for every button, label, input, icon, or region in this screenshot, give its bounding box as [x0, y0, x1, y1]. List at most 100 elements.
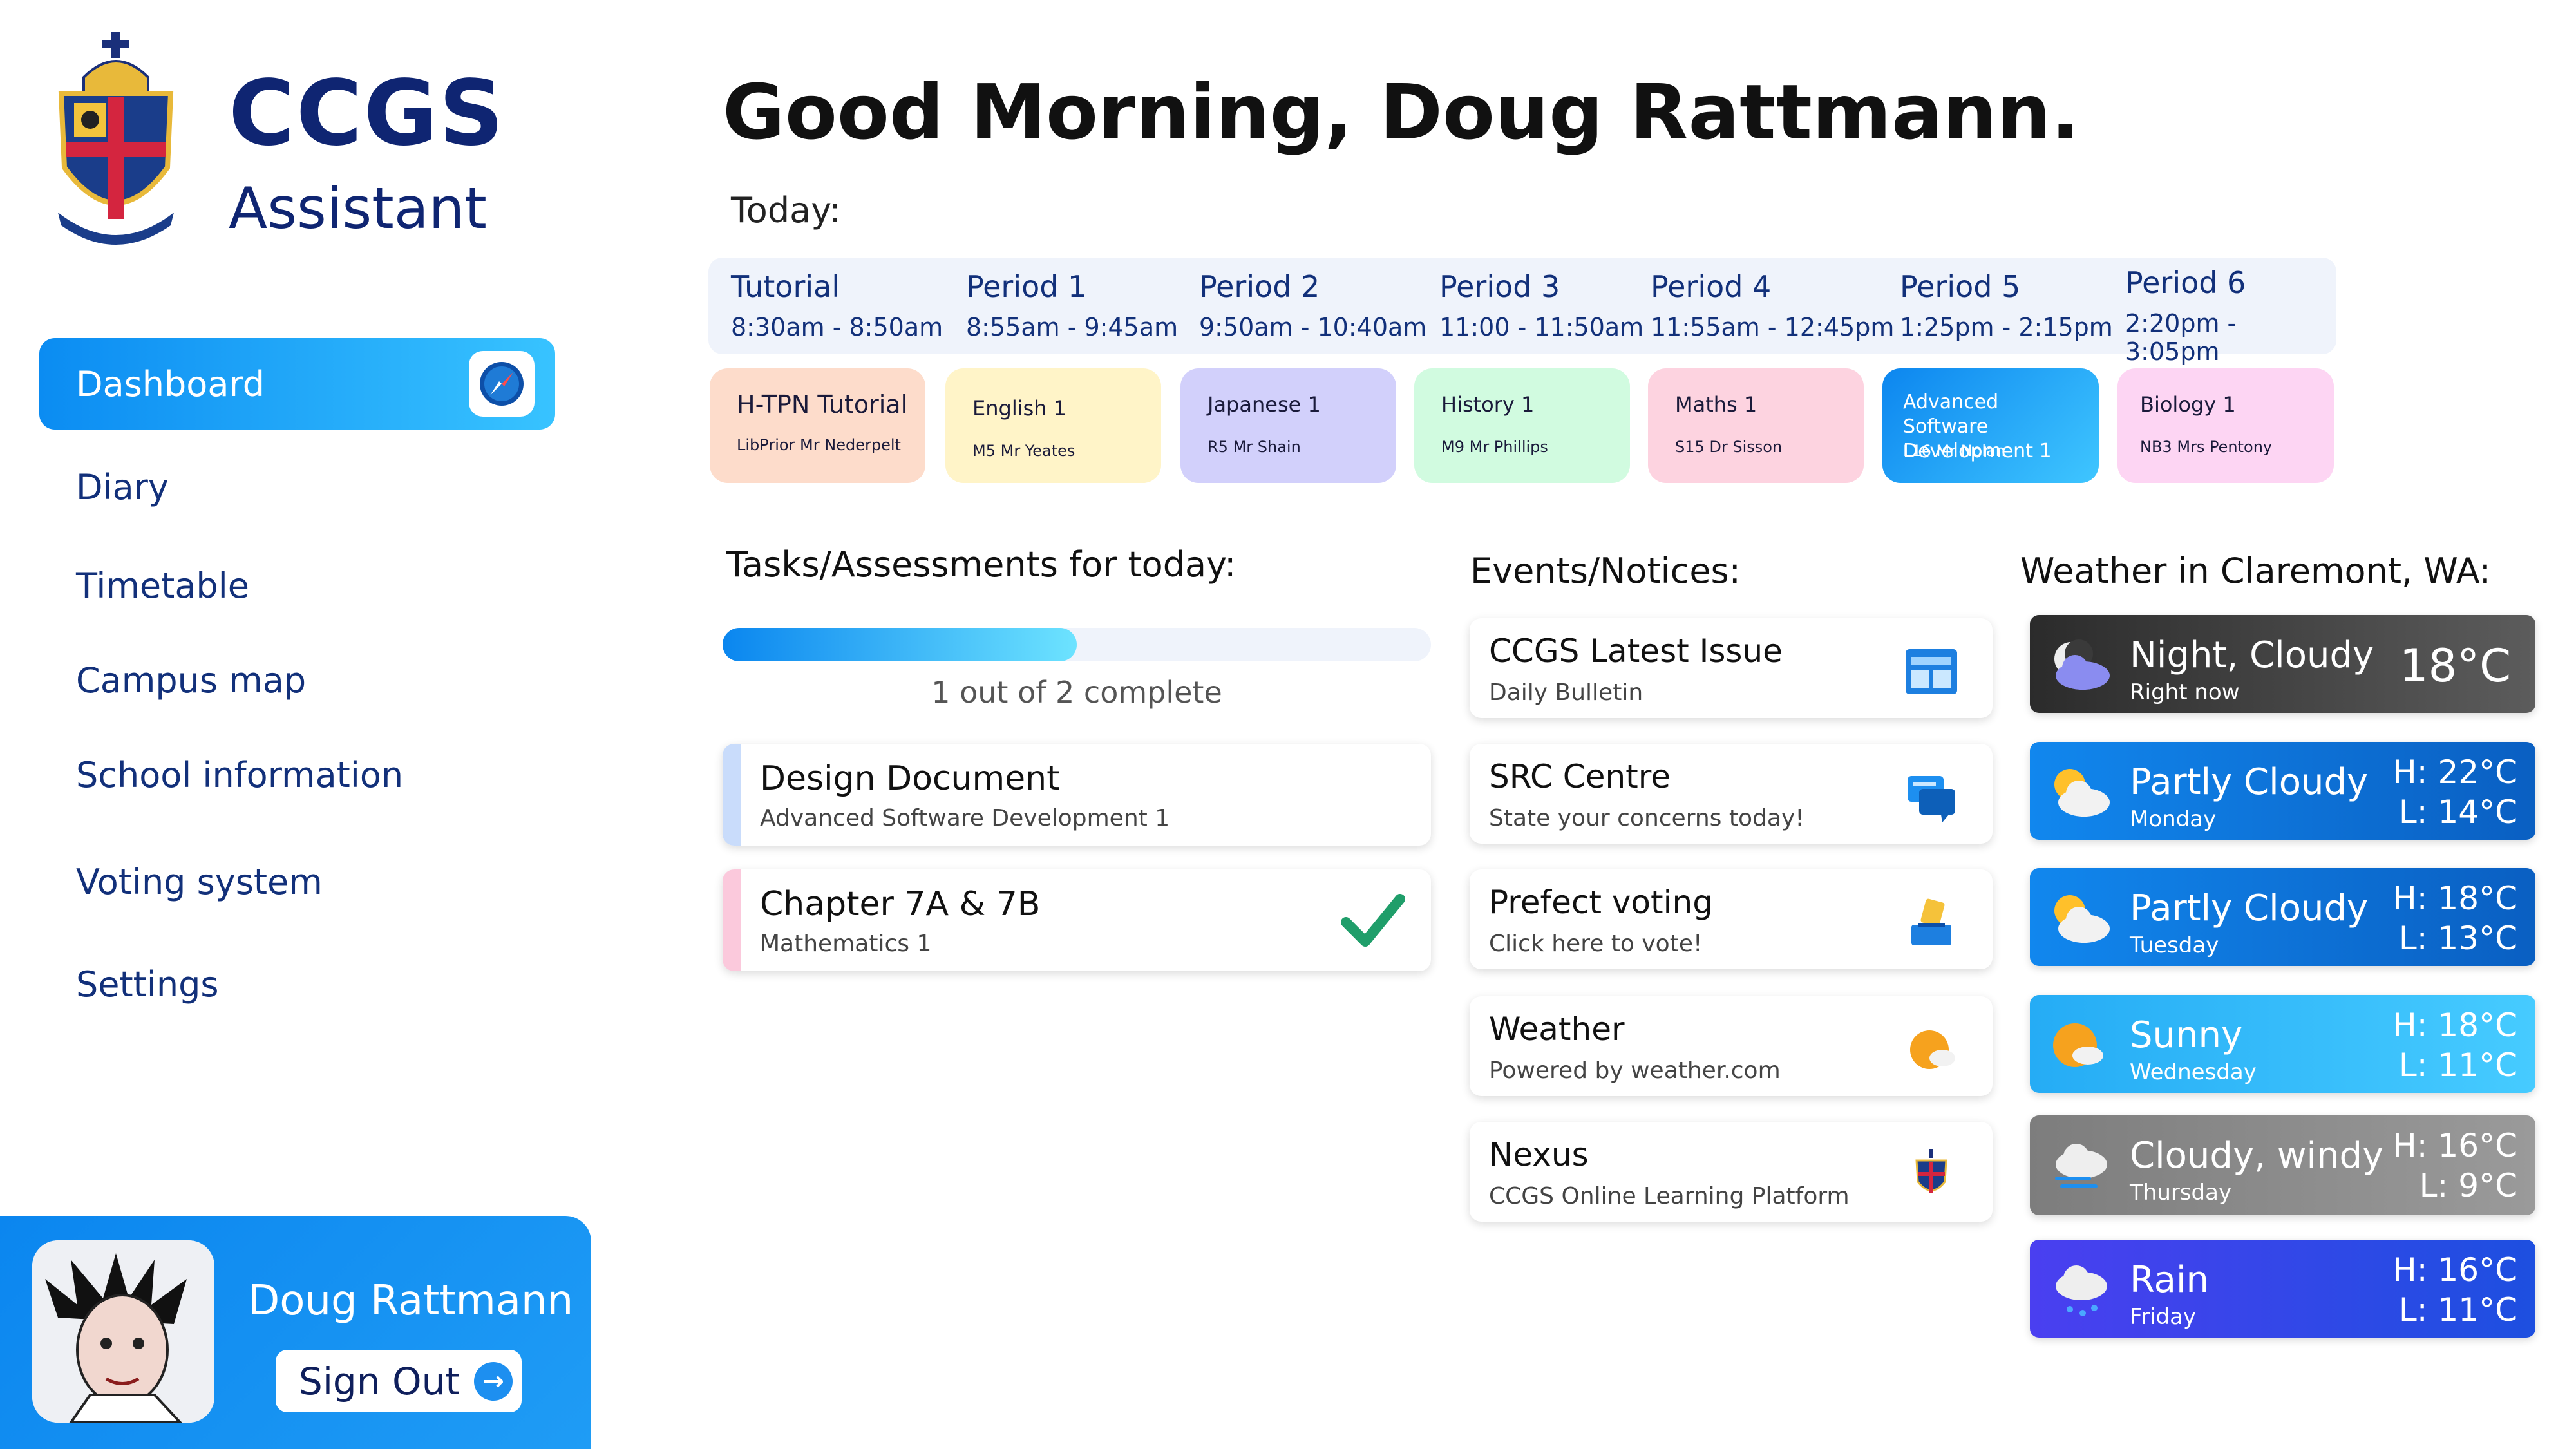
- period-name: Period 3: [1439, 269, 1560, 304]
- weather-day-card[interactable]: Sunny Wednesday H: 18°C L: 11°C: [2030, 995, 2535, 1093]
- sign-out-button[interactable]: Sign Out →: [276, 1350, 522, 1412]
- events-title: Events/Notices:: [1470, 551, 1741, 591]
- weather-low: L: 13°C: [2398, 920, 2517, 957]
- period-name: Period 2: [1199, 269, 1320, 304]
- user-name: Doug Rattmann: [248, 1277, 574, 1325]
- weather-high: H: 16°C: [2392, 1251, 2517, 1289]
- avatar: [32, 1240, 214, 1423]
- partly-cloudy-icon: [2054, 769, 2110, 817]
- sign-out-label: Sign Out: [299, 1359, 460, 1403]
- class-card[interactable]: Advanced Software Development 1 L16 Mr N…: [1882, 368, 2099, 483]
- weather-now-card[interactable]: Night, Cloudy Right now 18°C: [2030, 615, 2535, 713]
- event-title: Nexus: [1489, 1136, 1589, 1173]
- task-card[interactable]: Chapter 7A & 7B Mathematics 1: [723, 869, 1431, 971]
- period-timeline: Tutorial 8:30am - 8:50am Period 1 8:55am…: [708, 258, 2336, 366]
- today-label: Today:: [731, 190, 841, 231]
- task-accent: [723, 744, 741, 846]
- checkmark-icon[interactable]: [1341, 891, 1405, 949]
- task-progress-text: 1 out of 2 complete: [931, 675, 1222, 710]
- class-card[interactable]: Biology 1 NB3 Mrs Pentony: [2117, 368, 2334, 483]
- class-card[interactable]: Japanese 1 R5 Mr Shain: [1180, 368, 1396, 483]
- nav-item-timetable[interactable]: Timetable: [76, 565, 249, 606]
- weather-high: H: 18°C: [2392, 1007, 2517, 1044]
- task-progress-bar: [723, 628, 1431, 661]
- event-subtitle: Daily Bulletin: [1489, 679, 1643, 706]
- weather-condition: Night, Cloudy: [2130, 634, 2374, 676]
- event-subtitle: CCGS Online Learning Platform: [1489, 1183, 1850, 1209]
- task-progress-fill: [723, 628, 1077, 661]
- period-slot: Period 4 11:55am - 12:45pm: [1651, 269, 1894, 341]
- event-card[interactable]: CCGS Latest Issue Daily Bulletin: [1470, 618, 1993, 718]
- ballot-box-icon: [1911, 898, 1951, 945]
- event-card[interactable]: Weather Powered by weather.com: [1470, 996, 1993, 1096]
- nav-item-settings[interactable]: Settings: [76, 964, 218, 1005]
- task-card[interactable]: Design Document Advanced Software Develo…: [723, 744, 1431, 846]
- nav-item-school-information[interactable]: School information: [76, 755, 403, 795]
- weather-day-card[interactable]: Partly Cloudy Monday H: 22°C L: 14°C: [2030, 742, 2535, 840]
- event-card[interactable]: Prefect voting Click here to vote!: [1470, 869, 1993, 969]
- period-slot: Period 5 1:25pm - 2:15pm: [1900, 269, 2113, 341]
- event-title: Weather: [1489, 1010, 1625, 1048]
- chat-bubbles-icon: [1908, 776, 1955, 822]
- weather-condition: Rain: [2130, 1259, 2210, 1301]
- class-room-teacher: M9 Mr Phillips: [1441, 438, 1548, 456]
- nav-item-diary[interactable]: Diary: [76, 467, 169, 507]
- period-slot: Period 1 8:55am - 9:45am: [966, 269, 1178, 341]
- class-room-teacher: NB3 Mrs Pentony: [2140, 438, 2273, 456]
- weather-day: Tuesday: [2130, 933, 2219, 958]
- period-time: 1:25pm - 2:15pm: [1900, 313, 2113, 341]
- event-subtitle: Click here to vote!: [1489, 931, 1703, 957]
- tasks-title: Tasks/Assessments for today:: [726, 544, 1236, 585]
- period-time: 9:50am - 10:40am: [1199, 313, 1427, 341]
- task-title: Design Document: [760, 759, 1060, 798]
- weather-condition: Partly Cloudy: [2130, 761, 2369, 803]
- weather-day-card[interactable]: Rain Friday H: 16°C L: 11°C: [2030, 1240, 2535, 1338]
- class-card[interactable]: English 1 M5 Mr Yeates: [945, 368, 1161, 483]
- nav-item-dashboard[interactable]: Dashboard: [39, 338, 555, 430]
- arrow-right-icon: →: [474, 1361, 513, 1401]
- task-title: Chapter 7A & 7B: [760, 885, 1041, 923]
- class-card[interactable]: H-TPN Tutorial LibPrior Mr Nederpelt: [710, 368, 925, 483]
- event-card[interactable]: SRC Centre State your concerns today!: [1470, 744, 1993, 844]
- class-name: Biology 1: [2140, 392, 2236, 417]
- app-subtitle: Assistant: [229, 175, 487, 242]
- weather-low: L: 11°C: [2398, 1291, 2517, 1329]
- moon-cloud-icon: [2054, 639, 2110, 690]
- period-time: 8:55am - 9:45am: [966, 313, 1179, 341]
- weather-day-card[interactable]: Partly Cloudy Tuesday H: 18°C L: 13°C: [2030, 868, 2535, 966]
- compass-icon: [469, 351, 535, 417]
- period-slot: Period 2 9:50am - 10:40am: [1199, 269, 1426, 341]
- class-room-teacher: M5 Mr Yeates: [972, 442, 1075, 460]
- cloud-wind-icon: [2055, 1144, 2107, 1188]
- class-card[interactable]: Maths 1 S15 Dr Sisson: [1648, 368, 1864, 483]
- event-card[interactable]: Nexus CCGS Online Learning Platform: [1470, 1122, 1993, 1222]
- weather-day-card[interactable]: Cloudy, windy Thursday H: 16°C L: 9°C: [2030, 1115, 2535, 1215]
- class-name: H-TPN Tutorial: [737, 390, 908, 419]
- task-subject: Advanced Software Development 1: [760, 805, 1170, 831]
- app-title: CCGS: [229, 61, 506, 166]
- school-crest-icon: [1915, 1149, 1947, 1193]
- period-name: Period 5: [1900, 269, 2021, 304]
- event-title: Prefect voting: [1489, 884, 1713, 921]
- class-name: History 1: [1441, 392, 1535, 417]
- class-card[interactable]: History 1 M9 Mr Phillips: [1414, 368, 1630, 483]
- period-time: 11:00 - 11:50am: [1439, 313, 1644, 341]
- period-time: 8:30am - 8:50am: [731, 313, 943, 341]
- weather-high: H: 16°C: [2392, 1127, 2517, 1164]
- partly-cloudy-icon: [2054, 895, 2110, 943]
- weather-condition: Partly Cloudy: [2130, 887, 2369, 929]
- period-slot: Period 6 2:20pm - 3:05pm: [2125, 265, 2336, 366]
- weather-day: Wednesday: [2130, 1059, 2257, 1085]
- sun-cloud-icon: [1910, 1030, 1955, 1069]
- weather-low: L: 9°C: [2419, 1167, 2517, 1204]
- task-accent: [723, 869, 741, 971]
- weather-high: H: 22°C: [2392, 753, 2517, 791]
- period-slot: Period 3 11:00 - 11:50am: [1439, 269, 1643, 341]
- weather-day: Right now: [2130, 679, 2240, 705]
- weather-condition: Sunny: [2130, 1014, 2243, 1056]
- nav-item-voting-system[interactable]: Voting system: [76, 862, 323, 902]
- nav-item-campus-map[interactable]: Campus map: [76, 660, 306, 701]
- weather-title: Weather in Claremont, WA:: [2020, 551, 2491, 591]
- weather-temp: 18°C: [2400, 639, 2511, 692]
- period-name: Period 1: [966, 269, 1087, 304]
